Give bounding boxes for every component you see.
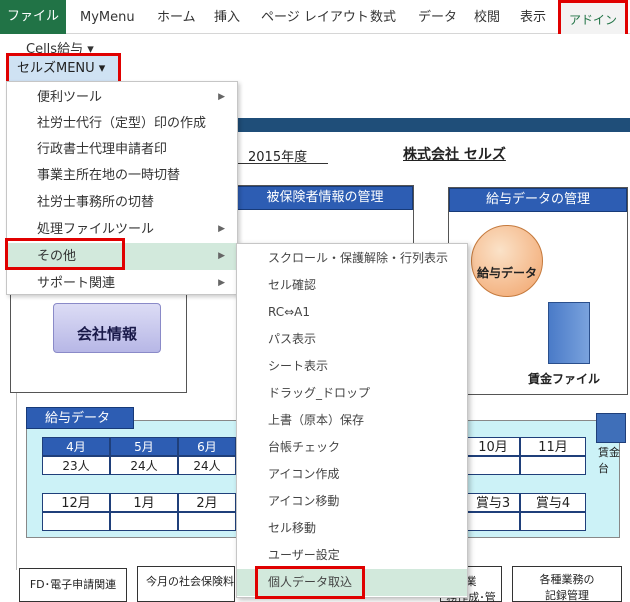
menu-item-label: 社労士事務所の切替 — [37, 195, 155, 210]
menu-item-gyosei-stamp[interactable]: 行政書士代理申請者印 — [7, 136, 237, 163]
month-cell[interactable]: 11月 — [520, 437, 586, 456]
insured-info-title[interactable]: 被保険者情報の管理 — [237, 186, 413, 210]
business-log-button[interactable]: 各種業務の 記録管理 — [512, 566, 622, 602]
tab-data[interactable]: データ — [418, 5, 457, 31]
submenu-item-overwrite-save[interactable]: 上書（原本）保存 — [237, 407, 467, 434]
wage-file-label: 賃金ファイル — [528, 372, 601, 386]
headcount-cell — [466, 512, 520, 531]
fiscal-year-underline — [238, 163, 328, 164]
menu-item-label: 事業主所在地の一時切替 — [37, 168, 181, 183]
menu-item-label: 行政書士代理申請者印 — [37, 142, 168, 157]
menu-item-sharoushi-stamp[interactable]: 社労士代行（定型）印の作成 — [7, 110, 237, 137]
payroll-months-title: 給与データ — [26, 407, 134, 429]
fd-e-application-button[interactable]: FD･電子申請関連 — [19, 568, 127, 602]
menu-item-label: 社労士代行（定型）印の作成 — [37, 116, 207, 131]
menu-item-label: 処理ファイルツール — [37, 222, 155, 237]
submenu-arrow-icon: ▶ — [218, 224, 225, 234]
headcount-cell — [520, 456, 586, 475]
submenu-arrow-icon: ▶ — [218, 92, 225, 102]
month-cell[interactable]: 5月 — [110, 437, 178, 456]
headcount-cell: 24人 — [110, 456, 178, 475]
payroll-data-title[interactable]: 給与データの管理 — [449, 188, 627, 212]
tab-file[interactable]: ファイル — [0, 0, 66, 34]
menu-item-office-switch[interactable]: 社労士事務所の切替 — [7, 189, 237, 216]
submenu-item-cell-move[interactable]: セル移動 — [237, 515, 467, 542]
ribbon-tab-bar: ファイル MyMenu ホーム 挿入 ページ レイアウト 数式 データ 校閲 表… — [0, 0, 630, 37]
tab-page-layout[interactable]: ページ レイアウト — [261, 5, 369, 31]
company-info-label: 会社情報 — [76, 325, 137, 343]
bonus-cell[interactable]: 賞与3 — [466, 493, 520, 512]
tab-review[interactable]: 校閲 — [474, 5, 500, 31]
submenu-item-icon-move[interactable]: アイコン移動 — [237, 488, 467, 515]
submenu-item-path[interactable]: パス表示 — [237, 326, 467, 353]
submenu-item-user-settings[interactable]: ユーザー設定 — [237, 542, 467, 569]
submenu-arrow-icon: ▶ — [218, 278, 225, 288]
company-name: 株式会社 セルズ — [403, 147, 506, 163]
month-cell[interactable]: 2月 — [178, 493, 236, 512]
menu-item-support[interactable]: サポート関連 ▶ — [7, 270, 237, 297]
headcount-cell — [110, 512, 178, 531]
headcount-cell — [178, 512, 236, 531]
binder-icon[interactable] — [548, 302, 590, 364]
menu-item-label: サポート関連 — [37, 276, 116, 291]
submenu-arrow-icon: ▶ — [218, 251, 225, 261]
submenu-item-rc-a1[interactable]: RC⇔A1 — [237, 299, 467, 326]
monthly-insurance-button[interactable]: 今月の社会保険料 — [137, 566, 235, 602]
tab-home[interactable]: ホーム — [157, 5, 196, 31]
tab-formulas[interactable]: 数式 — [370, 5, 396, 31]
headcount-cell: 24人 — [178, 456, 236, 475]
headcount-cell — [42, 512, 110, 531]
tab-view[interactable]: 表示 — [520, 5, 546, 31]
wage-ledger-label: 賃金台 — [598, 446, 620, 475]
month-cell[interactable]: 4月 — [42, 437, 110, 456]
insured-info-panel: 被保険者情報の管理 — [236, 185, 414, 245]
payroll-data-icon[interactable] — [471, 225, 543, 297]
payroll-data-panel: 給与データの管理 — [448, 187, 628, 395]
menu-item-address-switch[interactable]: 事業主所在地の一時切替 — [7, 162, 237, 189]
submenu-item-drag-drop[interactable]: ドラッグ_ドロップ — [237, 380, 467, 407]
submenu-item-scroll[interactable]: スクロール・保護解除・行列表示 — [237, 245, 467, 272]
tab-addin[interactable]: アドイン — [558, 0, 628, 37]
sonota-highlight-box — [5, 238, 125, 270]
headcount-cell — [520, 512, 586, 531]
headcount-cell: 23人 — [42, 456, 110, 475]
wage-ledger-icon[interactable] — [596, 413, 626, 443]
sheet-title-banner — [236, 118, 630, 132]
submenu-item-ledger-check[interactable]: 台帳チェック — [237, 434, 467, 461]
tab-mymenu[interactable]: MyMenu — [80, 5, 135, 31]
sonota-submenu: スクロール・保護解除・行列表示 セル確認 RC⇔A1 パス表示 シート表示 ドラ… — [236, 243, 468, 598]
payroll-data-icon-label: 給与データ — [476, 266, 537, 280]
tab-insert[interactable]: 挿入 — [214, 5, 240, 31]
submenu-item-sheet-show[interactable]: シート表示 — [237, 353, 467, 380]
submenu-item-cell-check[interactable]: セル確認 — [237, 272, 467, 299]
headcount-cell — [466, 456, 520, 475]
submenu-item-icon-create[interactable]: アイコン作成 — [237, 461, 467, 488]
month-cell[interactable]: 10月 — [466, 437, 520, 456]
personal-import-highlight-box — [255, 566, 365, 599]
menu-item-label: 便利ツール — [37, 90, 103, 105]
month-cell[interactable]: 1月 — [110, 493, 178, 512]
month-cell[interactable]: 6月 — [178, 437, 236, 456]
month-cell[interactable]: 12月 — [42, 493, 110, 512]
bonus-cell[interactable]: 賞与4 — [520, 493, 586, 512]
menu-item-benri-tool[interactable]: 便利ツール ▶ — [7, 84, 237, 111]
